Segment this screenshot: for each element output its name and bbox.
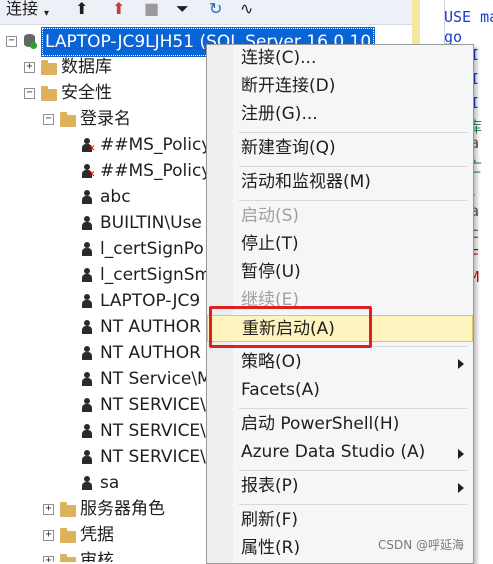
stop-icon[interactable]: ■ <box>144 0 159 22</box>
menu-item-reports[interactable]: 报表(P) <box>207 473 473 500</box>
menu-item-start: 启动(S) <box>207 203 473 230</box>
menu-separator <box>239 408 467 409</box>
menu-item-facets[interactable]: Facets(A) <box>207 377 473 404</box>
object-explorer-toolbar: 连接 ▾ ⬆ ⬆ ■ ⏷ ↻ ∿ <box>0 0 412 25</box>
tree-node-label: 审核 <box>80 551 114 562</box>
menu-item-label: Azure Data Studio (A) <box>241 442 426 462</box>
connect-pin-icon[interactable]: ⬆ <box>75 0 88 22</box>
user-icon <box>81 476 93 490</box>
disconnect-icon[interactable]: ⬆ <box>112 0 125 22</box>
login-item-label: NT SERVICE\ <box>100 395 206 415</box>
menu-item-label: 注册(G)... <box>241 104 318 124</box>
login-item-label: NT AUTHOR <box>100 317 201 337</box>
menu-item-start-powershell[interactable]: 启动 PowerShell(H) <box>207 411 473 438</box>
login-item-label: l_certSignPo <box>100 239 204 259</box>
menu-item-label: 刷新(F) <box>241 510 299 530</box>
user-icon <box>81 294 93 308</box>
annotation-highlight-box <box>209 306 372 348</box>
refresh-icon[interactable]: ↻ <box>209 0 222 22</box>
menu-item-label: 活动和监视器(M) <box>241 172 371 192</box>
login-item-label: abc <box>100 187 131 207</box>
login-item-label: NT SERVICE\ <box>100 421 206 441</box>
code-line: USE mas <box>444 8 493 26</box>
tree-node-label: 服务器角色 <box>80 499 165 519</box>
expand-icon[interactable]: + <box>24 62 35 73</box>
login-item-label: ##MS_Policy <box>100 161 212 181</box>
menu-item-stop[interactable]: 停止(T) <box>207 231 473 258</box>
menu-item-label: 新建查询(Q) <box>241 138 336 158</box>
user-icon <box>81 372 93 386</box>
expand-icon[interactable]: + <box>43 530 54 541</box>
submenu-arrow-icon <box>458 359 464 369</box>
user-icon <box>81 346 93 360</box>
expand-icon[interactable]: + <box>43 556 54 562</box>
menu-item-label: 连接(C)... <box>241 48 317 68</box>
login-item-label: sa <box>100 473 120 493</box>
menu-item-label: 启动(S) <box>241 206 300 226</box>
login-item-label: NT SERVICE\ <box>100 447 206 467</box>
menu-item-activity-monitor[interactable]: 活动和监视器(M) <box>207 169 473 196</box>
disabled-login-icon: ✕ <box>81 164 96 180</box>
user-icon <box>81 190 93 204</box>
menu-separator <box>239 132 467 133</box>
user-icon <box>81 320 93 334</box>
folder-icon <box>60 528 76 543</box>
collapse-icon[interactable]: − <box>24 88 35 99</box>
menu-item-label: Facets(A) <box>241 380 320 400</box>
activity-monitor-icon[interactable]: ∿ <box>240 0 253 22</box>
submenu-arrow-icon <box>458 449 464 459</box>
menu-separator <box>239 166 467 167</box>
menu-separator <box>239 200 467 201</box>
expand-icon[interactable]: + <box>43 504 54 515</box>
menu-item-label: 属性(R) <box>241 538 301 558</box>
submenu-arrow-icon <box>458 483 464 493</box>
menu-separator <box>239 470 467 471</box>
menu-item-register[interactable]: 注册(G)... <box>207 101 473 128</box>
folder-icon <box>41 60 57 75</box>
user-icon <box>81 268 93 282</box>
collapse-icon[interactable]: − <box>43 114 54 125</box>
watermark: CSDN @呼延海 <box>378 538 465 552</box>
menu-item-new-query[interactable]: 新建查询(Q) <box>207 135 473 162</box>
menu-item-label: 暂停(U) <box>241 262 301 282</box>
login-item-label: NT AUTHOR <box>100 343 201 363</box>
login-item-label: ##MS_Policy <box>100 135 212 155</box>
menu-item-policies[interactable]: 策略(O) <box>207 349 473 376</box>
folder-icon <box>60 554 76 562</box>
user-icon <box>81 242 93 256</box>
menu-separator <box>239 504 467 505</box>
menu-item-label: 策略(O) <box>241 352 302 372</box>
tree-node-label: 安全性 <box>61 83 112 103</box>
tree-node-label: 登录名 <box>80 109 131 129</box>
server-icon <box>24 34 37 49</box>
menu-item-label: 报表(P) <box>241 476 299 496</box>
menu-item-label: 停止(T) <box>241 234 299 254</box>
login-item-label: l_certSignSm <box>100 265 212 285</box>
login-item-label: LAPTOP-JC9 <box>100 291 201 311</box>
menu-item-label: 断开连接(D) <box>241 76 336 96</box>
login-item-label: NT Service\M <box>100 369 212 389</box>
tree-node-label: 数据库 <box>61 57 112 77</box>
menu-item-connect[interactable]: 连接(C)... <box>207 45 473 72</box>
folder-icon <box>60 112 76 127</box>
connect-dropdown-button[interactable]: 连接 <box>6 0 38 22</box>
chevron-down-icon[interactable]: ▾ <box>44 5 49 27</box>
user-icon <box>81 398 93 412</box>
collapse-icon[interactable]: − <box>6 36 17 47</box>
folder-icon <box>41 86 57 101</box>
tree-node-label: 凭据 <box>80 525 114 545</box>
menu-item-disconnect[interactable]: 断开连接(D) <box>207 73 473 100</box>
user-icon <box>81 450 93 464</box>
filter-icon[interactable]: ⏷ <box>176 0 189 22</box>
server-context-menu: 连接(C)... 断开连接(D) 注册(G)... 新建查询(Q) 活动和监视器… <box>206 44 474 564</box>
menu-item-refresh[interactable]: 刷新(F) <box>207 507 473 534</box>
folder-icon <box>60 502 76 517</box>
group-user-icon <box>81 216 93 230</box>
user-icon <box>81 424 93 438</box>
menu-item-azure-data-studio[interactable]: Azure Data Studio (A) <box>207 439 473 466</box>
menu-item-pause[interactable]: 暂停(U) <box>207 259 473 286</box>
disabled-login-icon: ✕ <box>81 138 96 154</box>
menu-item-label: 启动 PowerShell(H) <box>241 414 400 434</box>
login-item-label: BUILTIN\Use <box>100 213 202 233</box>
